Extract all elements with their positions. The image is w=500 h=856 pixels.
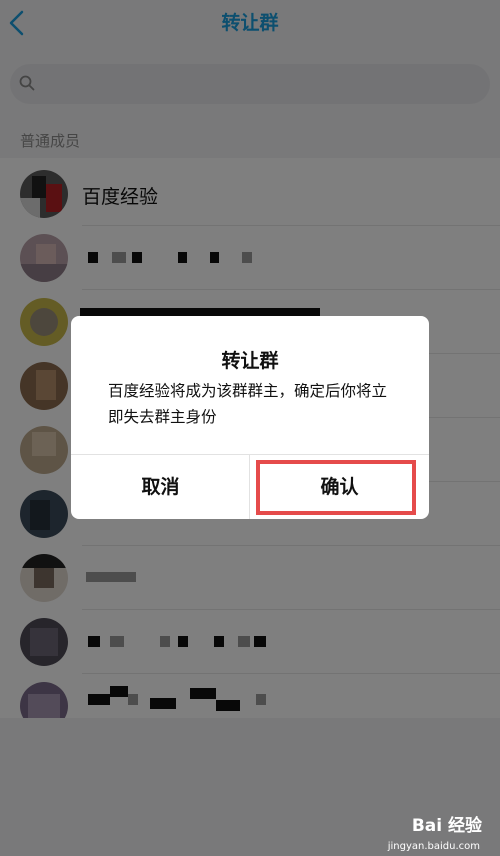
dialog-title: 转让群: [221, 350, 279, 372]
watermark-url: jingyan.baidu.com: [387, 841, 480, 852]
confirm-highlight-box: [256, 460, 416, 515]
watermark-logo: Bai 经验: [411, 816, 482, 836]
dialog-message: 百度经验将成为该群群主，确定后你将立即失去群主身份: [108, 382, 388, 426]
cancel-button[interactable]: 取消: [71, 455, 250, 519]
